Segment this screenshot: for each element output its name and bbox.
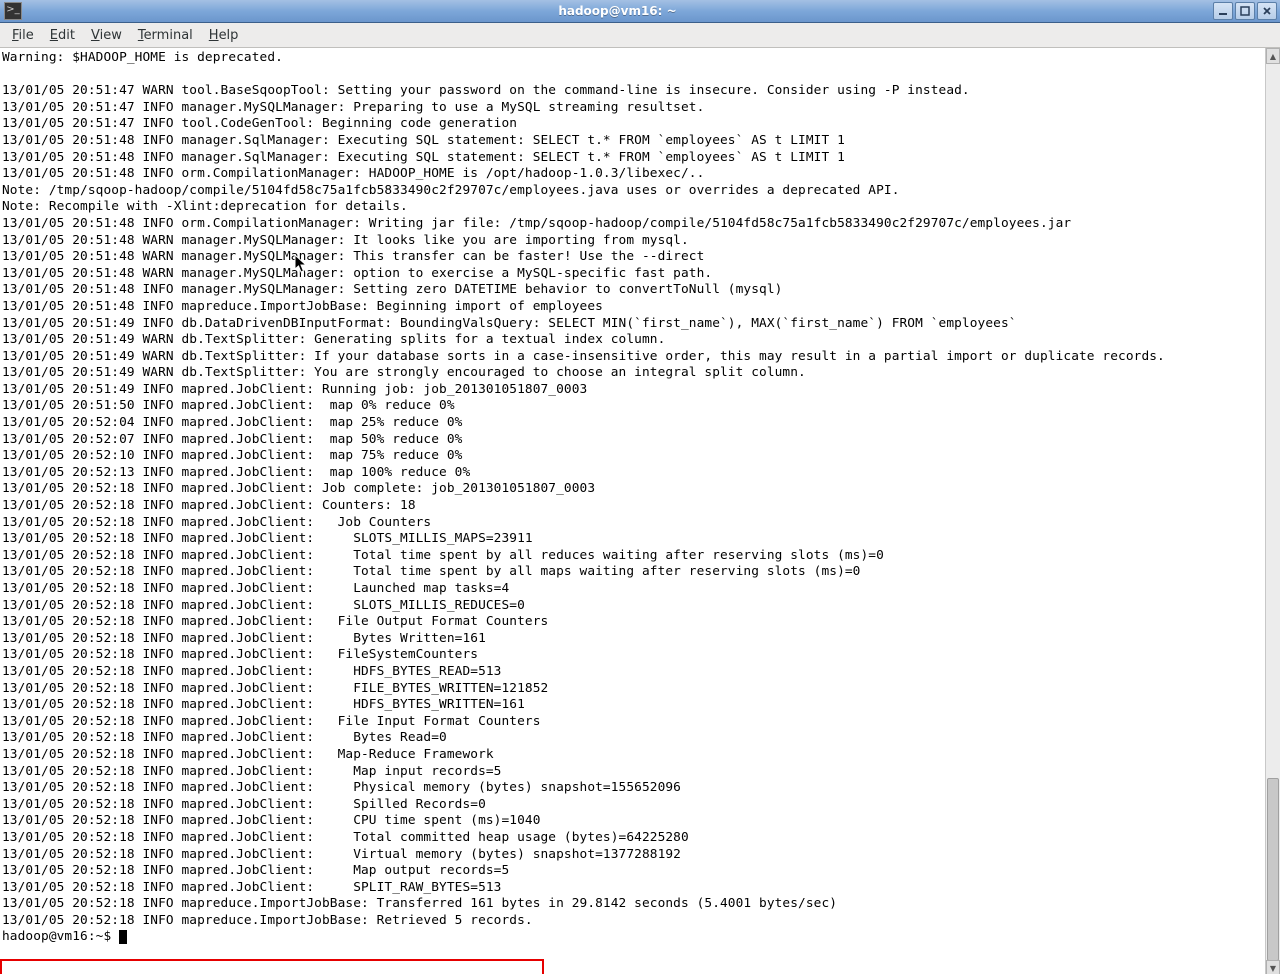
menu-help-label: elp <box>219 28 239 43</box>
maximize-button[interactable] <box>1235 2 1255 20</box>
minimize-icon <box>1218 6 1228 16</box>
window-controls <box>1213 2 1277 20</box>
terminal-area: Warning: $HADOOP_HOME is deprecated. 13/… <box>0 48 1280 974</box>
menubar: File Edit View Terminal Help <box>0 23 1280 48</box>
menu-terminal-label: erminal <box>144 28 193 43</box>
menu-edit-label: dit <box>58 28 75 43</box>
window-title: hadoop@vm16: ~ <box>22 4 1213 18</box>
menu-file-label: ile <box>19 28 34 43</box>
menu-view-label: iew <box>100 28 122 43</box>
minimize-button[interactable] <box>1213 2 1233 20</box>
scroll-up-arrow[interactable]: ▲ <box>1266 48 1280 64</box>
terminal-cursor <box>119 930 127 944</box>
terminal-output[interactable]: Warning: $HADOOP_HOME is deprecated. 13/… <box>0 48 1265 974</box>
menu-edit[interactable]: Edit <box>42 26 83 45</box>
menu-terminal[interactable]: Terminal <box>130 26 201 45</box>
close-button[interactable] <box>1257 2 1277 20</box>
close-icon <box>1262 6 1272 16</box>
window-titlebar: >_ hadoop@vm16: ~ <box>0 0 1280 23</box>
menu-file[interactable]: File <box>4 26 42 45</box>
menu-view[interactable]: View <box>83 26 130 45</box>
scroll-thumb[interactable] <box>1267 778 1279 961</box>
scroll-down-arrow[interactable]: ▼ <box>1266 960 1280 974</box>
scrollbar[interactable]: ▲ ▼ <box>1265 48 1280 974</box>
menu-help[interactable]: Help <box>201 26 247 45</box>
window-app-icon: >_ <box>4 2 22 20</box>
maximize-icon <box>1240 6 1250 16</box>
